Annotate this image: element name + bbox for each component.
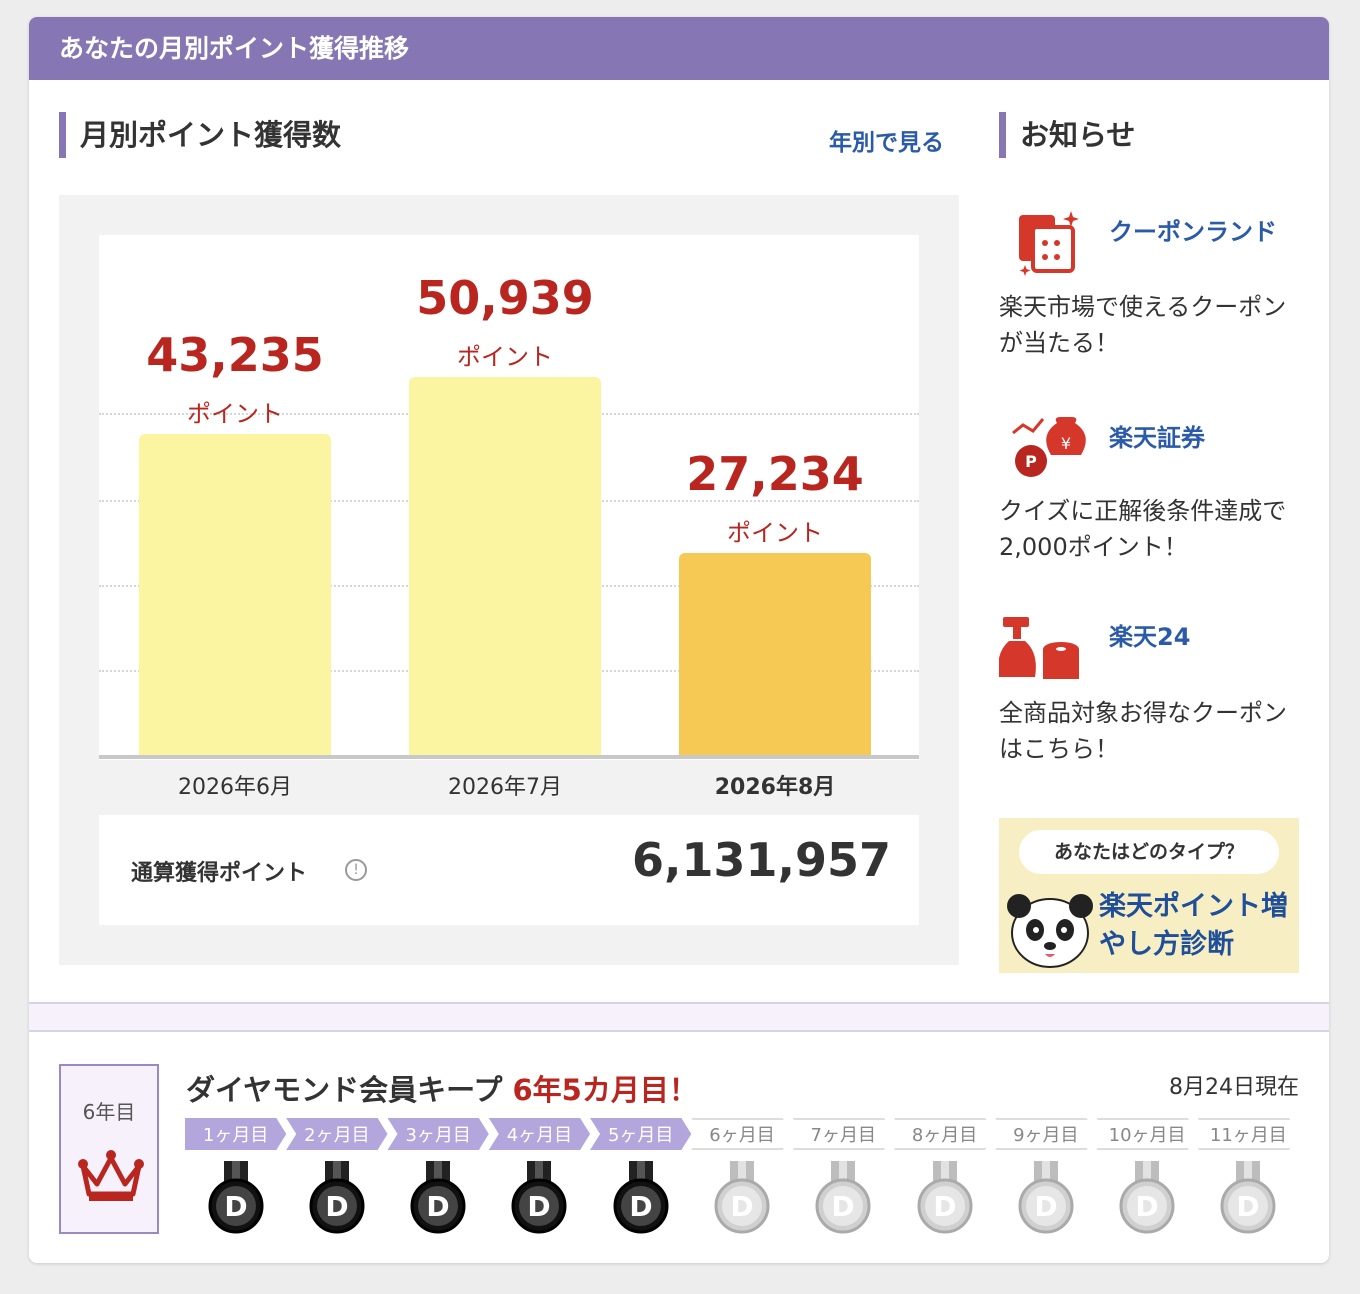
keep-title: ダイヤモンド会員キープ 6年5カ月目！ (186, 1067, 698, 1109)
news-title[interactable]: 楽天24 (1109, 617, 1190, 652)
monthly-section-title: 月別ポイント獲得数 (59, 112, 341, 158)
svg-text:D: D (730, 1190, 753, 1223)
svg-text:D: D (933, 1190, 956, 1223)
svg-text:D: D (224, 1190, 247, 1223)
progress-step: 10ヶ月目 (1096, 1118, 1197, 1150)
bar-unit-label: ポイント (457, 342, 553, 371)
bar (139, 433, 331, 755)
year-label: 6年目 (82, 1100, 136, 1124)
keep-highlight: 6年5カ月目！ (512, 1073, 698, 1107)
keep-title-text: ダイヤモンド会員キープ (186, 1073, 503, 1107)
svg-text:¥: ¥ (1061, 434, 1071, 453)
svg-text:D: D (832, 1190, 855, 1223)
daily-goods-icon (999, 617, 1079, 679)
svg-text:D: D (1237, 1190, 1260, 1223)
monthly-progress-track: 1ヶ月目 2ヶ月目 3ヶ月目 4ヶ月目 5ヶ月目 6ヶ月目 7ヶ月目 8ヶ月目 9ヶ月目 10ヶ月… (185, 1118, 1299, 1150)
bar-unit-label: ポイント (187, 399, 283, 428)
svg-text:D: D (629, 1190, 652, 1223)
progress-step: 2ヶ月目 (286, 1118, 387, 1150)
bar-value-label: 43,235 (146, 327, 324, 382)
svg-text:D: D (427, 1190, 450, 1223)
info-icon[interactable]: ! (345, 859, 367, 881)
progress-step: 6ヶ月目 (691, 1118, 792, 1150)
securities-icon: ¥ P (1012, 417, 1086, 477)
svg-text:D: D (1034, 1190, 1057, 1223)
bar (679, 552, 871, 755)
news-desc: クイズに正解後条件達成で2,000ポイント！ (999, 497, 1287, 561)
as-of-date: 8月24日現在 (1169, 1075, 1299, 1100)
medal-earned-icon: D (511, 1161, 567, 1234)
news-title[interactable]: クーポンランド (1109, 212, 1277, 247)
section-divider (29, 1002, 1329, 1032)
svg-text:D: D (1135, 1190, 1158, 1223)
coupon-icon (1019, 211, 1079, 276)
banner-text: 楽天ポイント増やし方診断 (1099, 891, 1288, 960)
medal-earned-icon: D (410, 1161, 466, 1234)
bar-chart: 43,235 ポイント 2026年6月 50,939 ポイント 2026年7月 27,234… (99, 235, 919, 800)
medal-earned-icon: D (208, 1161, 264, 1234)
svg-text:P: P (1025, 452, 1037, 471)
news-desc: 全商品対象お得なクーポンはこちら！ (999, 699, 1287, 763)
x-axis-label: 2026年6月 (178, 775, 292, 800)
bar (409, 376, 601, 755)
banner-bubble: あなたはどのタイプ？ (1019, 830, 1279, 874)
progress-step: 1ヶ月目 (185, 1118, 286, 1150)
progress-step: 8ヶ月目 (894, 1118, 995, 1150)
news-desc: 楽天市場で使えるクーポンが当たる！ (999, 293, 1287, 357)
membership-year-box: 6年目 (59, 1064, 159, 1234)
crown-icon (78, 1150, 144, 1201)
yearly-view-link[interactable]: 年別で見る (829, 123, 944, 157)
x-axis-label: 2026年8月 (714, 775, 836, 800)
progress-step: 5ヶ月目 (590, 1118, 691, 1150)
x-axis-label: 2026年7月 (448, 775, 562, 800)
medal-pending-icon: D (815, 1161, 871, 1234)
medal-pending-icon: D (1018, 1161, 1074, 1234)
progress-step: 4ヶ月目 (489, 1118, 590, 1150)
bar-value-label: 50,939 (416, 270, 594, 325)
medal-earned-icon: D (309, 1161, 365, 1234)
medal-pending-icon: D (1119, 1161, 1175, 1234)
monthly-points-card: あなたの月別ポイント獲得推移 月別ポイント獲得数 年別で見る 43,235 ポイン… (29, 17, 1329, 1263)
chart-panel: 43,235 ポイント 2026年6月 50,939 ポイント 2026年7月 27,234… (59, 195, 959, 965)
bar-value-label: 27,234 (686, 446, 864, 501)
total-points-label: 通算獲得ポイント (131, 861, 308, 886)
card-header: あなたの月別ポイント獲得推移 (29, 17, 1329, 80)
news-title[interactable]: 楽天証券 (1109, 418, 1205, 453)
total-points-box: 通算獲得ポイント ! 6,131,957 (99, 815, 919, 925)
chart-baseline (99, 755, 919, 759)
points-diagnosis-banner[interactable]: あなたはどのタイプ？ 楽天ポイント増やし方診断 (999, 818, 1299, 973)
svg-text:D: D (325, 1190, 348, 1223)
bar-unit-label: ポイント (727, 518, 823, 547)
svg-text:D: D (528, 1190, 551, 1223)
progress-step: 7ヶ月目 (793, 1118, 894, 1150)
medal-pending-icon: D (714, 1161, 770, 1234)
total-points-value: 6,131,957 (632, 833, 891, 887)
progress-step: 3ヶ月目 (388, 1118, 489, 1150)
panda-mascot-icon (1007, 894, 1093, 968)
medal-earned-icon: D (613, 1161, 669, 1234)
medal-pending-icon: D (1220, 1161, 1276, 1234)
progress-step: 9ヶ月目 (995, 1118, 1096, 1150)
progress-step: 11ヶ月目 (1198, 1118, 1299, 1150)
medal-pending-icon: D (917, 1161, 973, 1234)
news-section-title: お知らせ (999, 112, 1135, 158)
